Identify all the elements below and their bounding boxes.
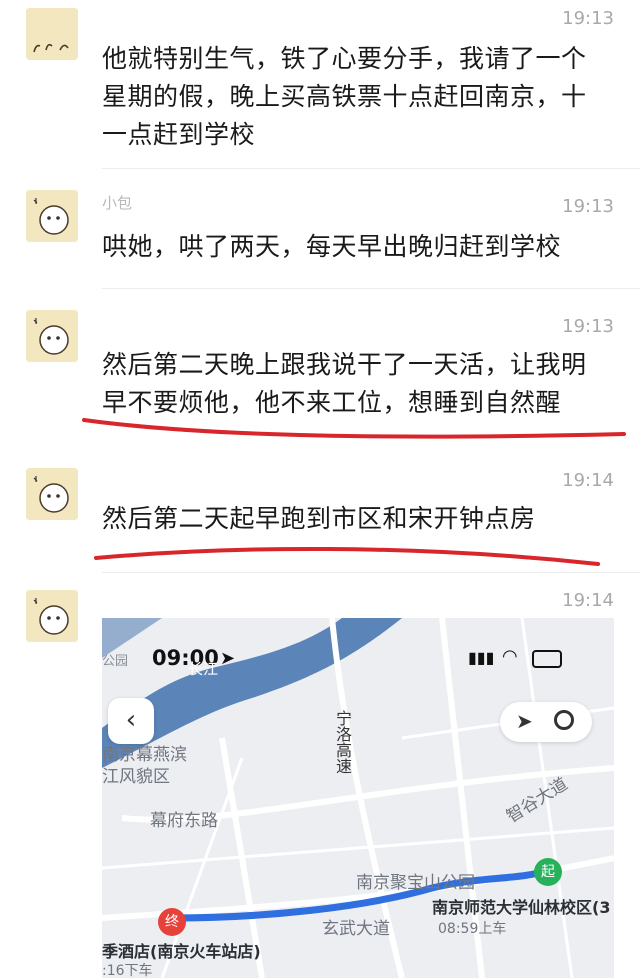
avatar[interactable] <box>26 468 78 520</box>
message-line: 然后第二天晚上跟我说干了一天活，让我明 <box>102 350 587 379</box>
signal-icon: ▮▮▮ <box>468 648 495 667</box>
battery-icon <box>532 650 562 668</box>
start-location-name: 南京师范大学仙林校区(3 <box>432 898 611 917</box>
phone-status-bar: 公园 09:00 ➤ ▮▮▮ ◠ <box>102 646 614 676</box>
message-line: 哄她，哄了两天，每天早出晚归赶到学校 <box>102 232 562 261</box>
avatar[interactable] <box>26 190 78 242</box>
divider <box>102 168 640 169</box>
message-time: 19:13 <box>562 8 614 29</box>
start-time: 08:59上车 <box>438 921 507 937</box>
map-corner-label: 公园 <box>102 654 129 669</box>
map-label-highway: 宁洛高速 <box>333 710 352 774</box>
end-time: :16下车 <box>102 963 153 978</box>
navigate-icon[interactable]: ➤ <box>516 709 533 733</box>
map-label-avenue: 玄武大道 <box>322 919 390 939</box>
red-underline-1 <box>82 418 626 439</box>
sender-name: 小包 <box>102 194 133 212</box>
start-pin[interactable]: 起 <box>534 858 562 886</box>
message-time: 19:13 <box>562 196 614 217</box>
back-button[interactable]: ‹ <box>108 698 154 744</box>
message-line: 他就特别生气，铁了心要分手，我请了一个 <box>102 44 587 73</box>
message-text[interactable]: 哄她，哄了两天，每天早出晚归赶到学校 <box>102 228 622 266</box>
red-underline-2 <box>94 546 600 566</box>
message-time: 19:13 <box>562 316 614 337</box>
river-label: 长江 <box>188 660 219 678</box>
map-label-park: 南京聚宝山公园 <box>356 873 475 893</box>
location-arrow-icon: ➤ <box>220 648 236 669</box>
message-time: 19:14 <box>562 470 614 491</box>
end-pin[interactable]: 终 <box>158 908 186 936</box>
map-label-road1: 幕府东路 <box>150 811 218 831</box>
avatar[interactable] <box>26 590 78 642</box>
divider <box>102 572 640 573</box>
map-controls[interactable]: ➤ <box>500 702 592 742</box>
message-line: 然后第二天起早跑到市区和宋开钟点房 <box>102 504 536 533</box>
map-label-district: 南京幕燕滨江风貌区 <box>102 745 187 787</box>
back-icon: ‹ <box>125 705 137 735</box>
message-text[interactable]: 然后第二天起早跑到市区和宋开钟点房 <box>102 500 622 538</box>
locate-icon[interactable] <box>554 710 574 730</box>
avatar[interactable] <box>26 8 78 60</box>
message-time: 19:14 <box>562 590 614 611</box>
message-text[interactable]: 他就特别生气，铁了心要分手，我请了一个 星期的假，晚上买高铁票十点赶回南京，十 … <box>102 40 622 154</box>
end-location-name: 季酒店(南京火车站店) <box>102 942 261 961</box>
wifi-icon: ◠ <box>502 646 518 667</box>
divider <box>102 288 640 289</box>
message-line: 星期的假，晚上买高铁票十点赶回南京，十 <box>102 82 587 111</box>
map-image[interactable]: 公园 09:00 ➤ ▮▮▮ ◠ 长江 ‹ ➤ 宁洛高速 南京幕燕滨江风貌区 幕… <box>102 618 614 978</box>
message-line: 一点赶到学校 <box>102 120 256 149</box>
avatar[interactable] <box>26 310 78 362</box>
